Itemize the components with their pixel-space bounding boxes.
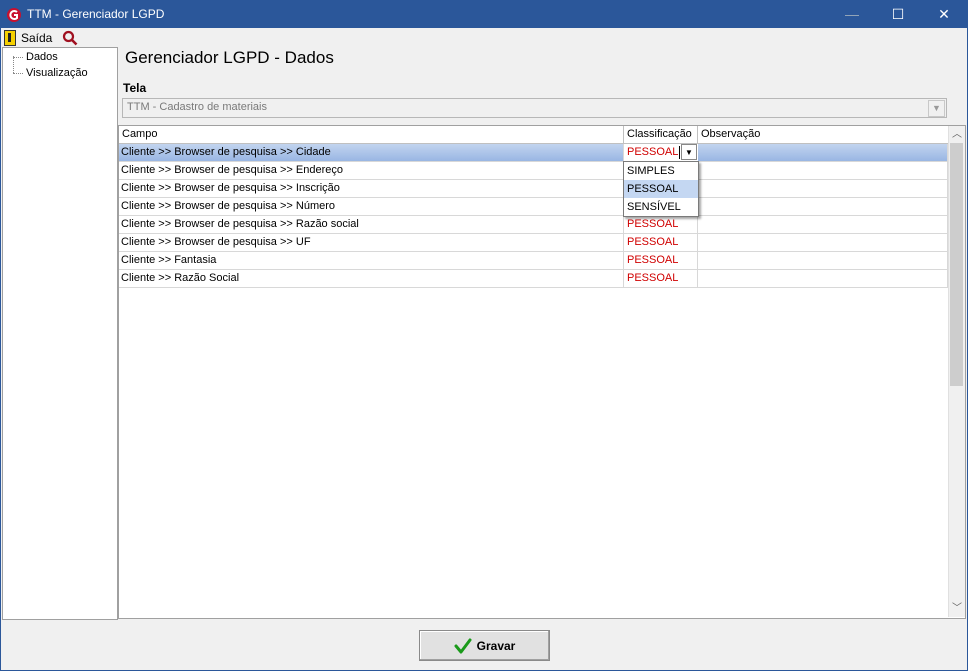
- app-window: TTM - Gerenciador LGPD — ☐ ✕ Saída Dados…: [0, 0, 968, 671]
- table-row[interactable]: Cliente >> Razão Social PESSOAL: [119, 270, 948, 288]
- cell-observacao[interactable]: [698, 180, 948, 197]
- cell-campo: Cliente >> Browser de pesquisa >> Inscri…: [119, 180, 624, 197]
- cell-observacao[interactable]: [698, 216, 948, 233]
- cell-campo: Cliente >> Browser de pesquisa >> Razão …: [119, 216, 624, 233]
- table-row[interactable]: Cliente >> Browser de pesquisa >> Razão …: [119, 216, 948, 234]
- dropdown-option-sensivel[interactable]: SENSÍVEL: [624, 198, 698, 216]
- search-icon[interactable]: [62, 30, 78, 46]
- tela-select-value: TTM - Cadastro de materiais: [127, 101, 267, 113]
- cell-classificacao[interactable]: PESSOAL: [624, 234, 698, 251]
- exit-door-icon: [4, 29, 16, 46]
- data-grid[interactable]: Campo Classificação Observação Cliente >…: [118, 125, 966, 619]
- navigation-tree: Dados Visualização: [2, 47, 118, 620]
- minimize-button[interactable]: —: [829, 1, 875, 28]
- window-title: TTM - Gerenciador LGPD: [27, 7, 165, 21]
- table-row[interactable]: Cliente >> Browser de pesquisa >> Endere…: [119, 162, 948, 180]
- tela-select[interactable]: TTM - Cadastro de materiais ▼: [122, 98, 947, 118]
- cell-classificacao[interactable]: PESSOAL: [624, 270, 698, 287]
- table-row[interactable]: Cliente >> Browser de pesquisa >> Número: [119, 198, 948, 216]
- classification-dropdown-list: SIMPLES PESSOAL SENSÍVEL: [623, 161, 699, 217]
- cell-observacao[interactable]: [698, 270, 948, 287]
- maximize-button[interactable]: ☐: [875, 1, 921, 28]
- cell-campo: Cliente >> Razão Social: [119, 270, 624, 287]
- cell-campo: Cliente >> Browser de pesquisa >> Número: [119, 198, 624, 215]
- cell-observacao[interactable]: [698, 198, 948, 215]
- tree-item-dados[interactable]: Dados: [13, 51, 58, 63]
- cell-campo: Cliente >> Browser de pesquisa >> Cidade: [119, 144, 624, 161]
- scroll-down-icon[interactable]: ﹀: [949, 600, 965, 617]
- cell-observacao[interactable]: [698, 144, 948, 161]
- text-caret: [679, 146, 680, 159]
- column-header-campo[interactable]: Campo: [119, 126, 624, 143]
- column-header-classificacao[interactable]: Classificação: [624, 126, 698, 143]
- tree-branch: [13, 72, 23, 74]
- grid-header: Campo Classificação Observação: [119, 126, 948, 144]
- tree-branch: [13, 56, 23, 58]
- vertical-scrollbar[interactable]: ︿ ﹀: [948, 126, 965, 617]
- chevron-down-icon[interactable]: ▼: [681, 144, 697, 160]
- page-title: Gerenciador LGPD - Dados: [125, 48, 334, 67]
- toolbar: Saída: [1, 28, 967, 47]
- tela-label: Tela: [123, 81, 147, 95]
- check-icon: [454, 638, 472, 653]
- column-header-observacao[interactable]: Observação: [698, 126, 948, 143]
- cell-classificacao[interactable]: PESSOAL: [624, 216, 698, 233]
- cell-classificacao[interactable]: PESSOAL: [624, 252, 698, 269]
- exit-label: Saída: [21, 30, 53, 45]
- table-row[interactable]: Cliente >> Browser de pesquisa >> Cidade…: [119, 144, 948, 162]
- table-row[interactable]: Cliente >> Browser de pesquisa >> Inscri…: [119, 180, 948, 198]
- save-label: Gravar: [476, 638, 516, 653]
- scroll-thumb[interactable]: [950, 143, 963, 386]
- tree-item-label: Dados: [26, 51, 58, 63]
- ttm-logo-icon: [7, 8, 21, 22]
- classification-editor-value: PESSOAL: [627, 146, 679, 158]
- chevron-down-icon[interactable]: ▼: [928, 100, 945, 117]
- tree-item-label: Visualização: [26, 67, 88, 79]
- dropdown-option-pessoal[interactable]: PESSOAL: [624, 180, 698, 198]
- save-button[interactable]: Gravar: [419, 630, 550, 661]
- classification-editor[interactable]: PESSOAL ▼: [624, 144, 698, 161]
- exit-button[interactable]: Saída: [4, 29, 52, 46]
- cell-observacao[interactable]: [698, 234, 948, 251]
- scroll-up-icon[interactable]: ︿: [949, 126, 965, 143]
- title-bar[interactable]: TTM - Gerenciador LGPD — ☐ ✕: [1, 1, 967, 28]
- table-row[interactable]: Cliente >> Browser de pesquisa >> UF PES…: [119, 234, 948, 252]
- cell-campo: Cliente >> Browser de pesquisa >> UF: [119, 234, 624, 251]
- cell-campo: Cliente >> Browser de pesquisa >> Endere…: [119, 162, 624, 179]
- tree-item-visualizacao[interactable]: Visualização: [13, 67, 88, 79]
- dropdown-option-simples[interactable]: SIMPLES: [624, 162, 698, 180]
- table-row[interactable]: Cliente >> Fantasia PESSOAL: [119, 252, 948, 270]
- close-button[interactable]: ✕: [921, 1, 967, 28]
- cell-observacao[interactable]: [698, 162, 948, 179]
- cell-observacao[interactable]: [698, 252, 948, 269]
- cell-campo: Cliente >> Fantasia: [119, 252, 624, 269]
